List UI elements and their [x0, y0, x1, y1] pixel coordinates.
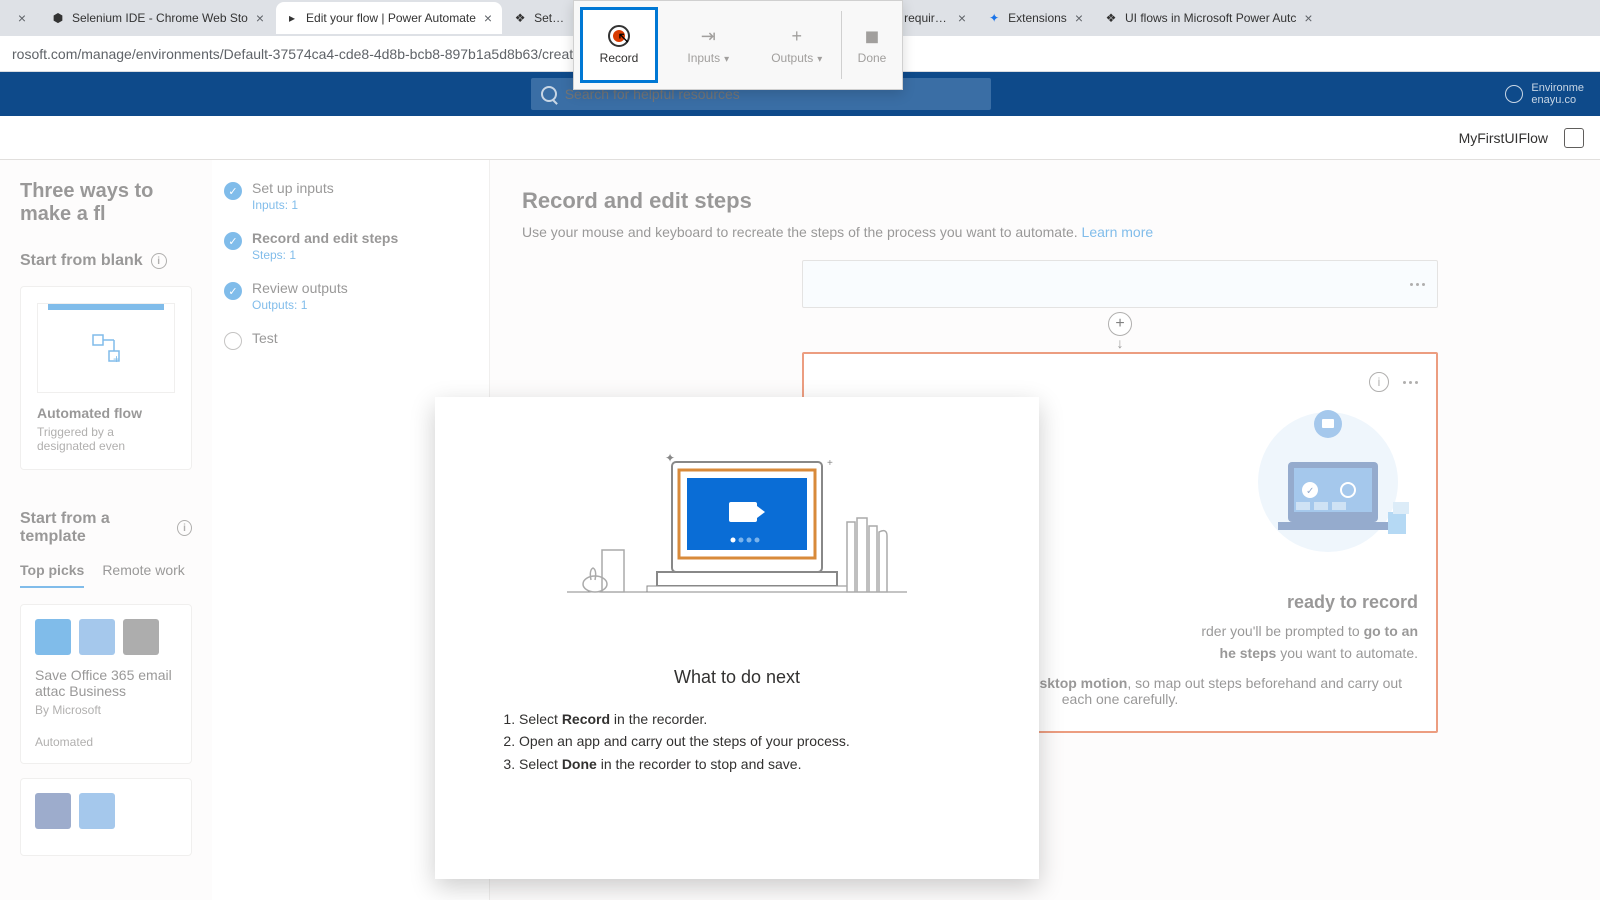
template-tabs: Top picks Remote work	[20, 562, 192, 588]
main-title: Record and edit steps	[522, 188, 1568, 214]
page-title: Three ways to make a fl	[20, 180, 192, 226]
info-icon[interactable]: i	[177, 520, 192, 536]
record-button[interactable]: Record	[580, 7, 658, 83]
tab-remote-work[interactable]: Remote work	[102, 562, 184, 588]
browser-tab-active[interactable]: ▸Edit your flow | Power Automate×	[276, 2, 502, 34]
wizard-step[interactable]: ✓ Record and edit stepsSteps: 1	[224, 230, 477, 262]
inputs-icon: ⇥	[697, 25, 719, 47]
globe-icon	[1505, 85, 1523, 103]
modal-steps: Select Record in the recorder. Open an a…	[495, 708, 979, 775]
sub-header: MyFirstUIFlow	[0, 116, 1600, 160]
record-icon	[608, 25, 630, 47]
favicon-ms2: ❖	[1103, 10, 1119, 26]
add-step-button[interactable]: +	[1108, 312, 1132, 336]
flow-icon: +	[91, 333, 121, 363]
connector-icon	[79, 619, 115, 655]
recorder-toolbar: Record ⇥ Inputs▾ + Outputs▾ ◼ Done	[573, 0, 903, 90]
close-icon[interactable]: ×	[1302, 10, 1314, 26]
main-desc: Use your mouse and keyboard to recreate …	[522, 224, 1568, 240]
check-icon: ✓	[224, 232, 242, 250]
connector-icon	[123, 619, 159, 655]
close-icon[interactable]: ×	[482, 10, 494, 26]
info-icon[interactable]: i	[1369, 372, 1389, 392]
left-pane: Three ways to make a fl Start from blank…	[0, 160, 212, 890]
wizard-step[interactable]: ✓ Set up inputsInputs: 1	[224, 180, 477, 212]
flow-name: MyFirstUIFlow	[1459, 130, 1548, 146]
connector-icon	[79, 793, 115, 829]
favicon-ext: ✦	[986, 10, 1002, 26]
browser-tab[interactable]: ✦Extensions×	[978, 2, 1093, 34]
browser-tab[interactable]: ⬢Selenium IDE - Chrome Web Sto×	[42, 2, 274, 34]
card-thumb: +	[37, 303, 175, 393]
template-card[interactable]: Save Office 365 email attac Business By …	[20, 604, 192, 764]
favicon-selenium: ⬢	[50, 10, 66, 26]
modal-heading: What to do next	[495, 667, 979, 688]
modal-illustration: ✦ +	[495, 427, 979, 627]
connector-icon	[35, 619, 71, 655]
check-icon: ✓	[224, 282, 242, 300]
learn-more-link[interactable]: Learn more	[1082, 224, 1154, 240]
wizard-step[interactable]: Test	[224, 330, 477, 350]
inputs-button[interactable]: ⇥ Inputs▾	[664, 1, 753, 89]
chevron-down-icon: ▾	[724, 54, 729, 65]
favicon-flow: ▸	[284, 10, 300, 26]
browser-tab[interactable]: ❖Set up	[504, 2, 574, 34]
info-icon[interactable]: i	[151, 253, 167, 269]
done-button[interactable]: ◼ Done	[842, 1, 902, 89]
connector-icon	[35, 793, 71, 829]
close-icon[interactable]: ×	[956, 10, 968, 26]
circle-icon	[224, 332, 242, 350]
svg-text:✓: ✓	[1306, 486, 1314, 497]
template-card[interactable]	[20, 778, 192, 856]
blank-flow-card[interactable]: + Automated flow Triggered by a designat…	[20, 286, 192, 470]
section-blank: Start from blanki	[20, 252, 192, 270]
favicon-ms: ❖	[512, 10, 528, 26]
outputs-icon: +	[786, 25, 808, 47]
more-icon[interactable]	[1410, 283, 1425, 286]
close-icon[interactable]: ×	[1073, 10, 1085, 26]
outputs-button[interactable]: + Outputs▾	[753, 1, 842, 89]
browser-tab[interactable]: requirem×	[896, 2, 976, 34]
more-icon[interactable]	[1403, 381, 1418, 384]
close-icon[interactable]: ×	[254, 10, 266, 26]
chat-icon[interactable]	[1564, 128, 1584, 148]
browser-tab[interactable]: ×	[4, 2, 40, 34]
step-bar[interactable]	[802, 260, 1438, 308]
stop-icon: ◼	[861, 25, 883, 47]
browser-tab[interactable]: ❖UI flows in Microsoft Power Autc×	[1095, 2, 1323, 34]
check-icon: ✓	[224, 182, 242, 200]
environment-picker[interactable]: Environmeenayu.co	[1505, 82, 1584, 106]
svg-text:+: +	[113, 352, 120, 363]
wizard-step[interactable]: ✓ Review outputsOutputs: 1	[224, 280, 477, 312]
tab-top-picks[interactable]: Top picks	[20, 562, 84, 588]
svg-text:✦: ✦	[665, 451, 675, 465]
close-icon[interactable]: ×	[16, 10, 28, 26]
search-icon	[541, 86, 557, 102]
chevron-down-icon: ▾	[817, 54, 822, 65]
svg-text:+: +	[827, 458, 833, 469]
what-to-do-modal: ✦ + What to do next Select Record in the…	[435, 397, 1039, 879]
section-template: Start from a templatei	[20, 510, 192, 546]
